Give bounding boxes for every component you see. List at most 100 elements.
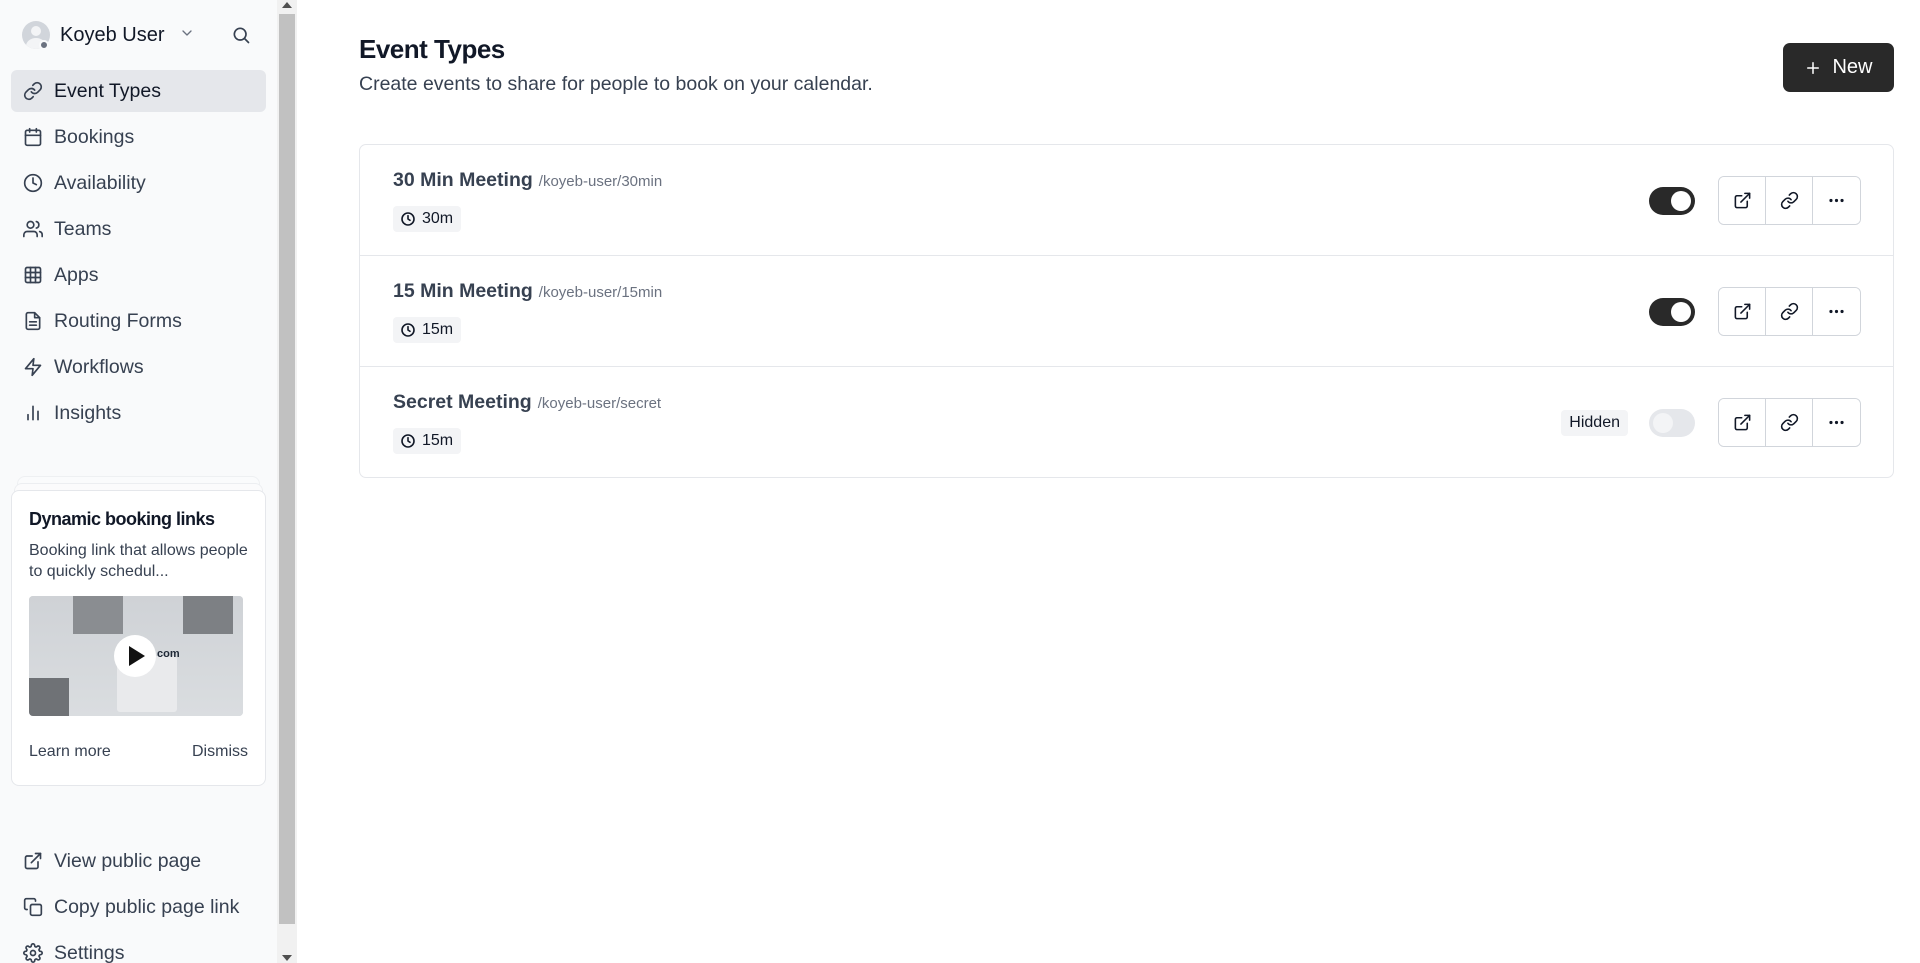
sidebar-item-bookings[interactable]: Bookings bbox=[11, 116, 266, 158]
preview-button[interactable] bbox=[1719, 177, 1766, 224]
play-icon bbox=[129, 646, 145, 666]
video-participant-image bbox=[29, 678, 69, 716]
video-participant-image bbox=[183, 596, 233, 634]
sidebar-scrollbar[interactable] bbox=[277, 0, 297, 963]
app-root: Koyeb User Event Types Bookings Availabi… bbox=[0, 0, 1920, 963]
clock-icon bbox=[23, 173, 43, 193]
copy-link-button[interactable] bbox=[1766, 399, 1813, 446]
sidebar-item-label: Availability bbox=[54, 171, 146, 194]
sidebar-item-routing-forms[interactable]: Routing Forms bbox=[11, 300, 266, 342]
event-enabled-toggle[interactable] bbox=[1649, 187, 1695, 215]
more-options-button[interactable] bbox=[1813, 399, 1860, 446]
sidebar-item-label: Copy public page link bbox=[54, 895, 240, 918]
event-type-name[interactable]: Secret Meeting bbox=[393, 391, 532, 414]
video-brand-text: com bbox=[157, 648, 180, 660]
bar-chart-icon bbox=[27, 405, 39, 421]
event-types-list: 30 Min Meeting /koyeb-user/30min 30m 15 … bbox=[359, 144, 1894, 478]
event-type-row[interactable]: 30 Min Meeting /koyeb-user/30min 30m bbox=[360, 145, 1893, 256]
sidebar: Koyeb User Event Types Bookings Availabi… bbox=[0, 0, 277, 963]
event-type-name[interactable]: 15 Min Meeting bbox=[393, 280, 533, 303]
event-type-slug: /koyeb-user/secret bbox=[537, 395, 662, 412]
sidebar-footer-nav: View public page Copy public page link S… bbox=[11, 840, 266, 963]
promo-title: Dynamic booking links bbox=[29, 509, 215, 529]
sidebar-item-teams[interactable]: Teams bbox=[11, 208, 266, 250]
copy-icon bbox=[23, 897, 43, 917]
event-type-row[interactable]: Secret Meeting /koyeb-user/secret 15m Hi… bbox=[360, 367, 1893, 477]
dismiss-button[interactable]: Dismiss bbox=[192, 743, 248, 761]
more-options-button[interactable] bbox=[1813, 177, 1860, 224]
main-content: Event Types Create events to share for p… bbox=[297, 0, 1920, 963]
sidebar-item-workflows[interactable]: Workflows bbox=[11, 346, 266, 388]
plus-icon bbox=[1807, 61, 1820, 74]
sidebar-item-insights[interactable]: Insights bbox=[11, 392, 266, 434]
copy-link-button[interactable] bbox=[1766, 177, 1813, 224]
external-link-icon bbox=[1734, 414, 1750, 431]
link-icon bbox=[1780, 413, 1798, 432]
users-icon bbox=[23, 220, 43, 238]
chevron-down-icon[interactable] bbox=[179, 25, 195, 46]
scroll-down-arrow-icon[interactable] bbox=[282, 955, 292, 961]
scrollbar-thumb[interactable] bbox=[279, 14, 295, 924]
promo-video-thumbnail[interactable]: com bbox=[29, 596, 243, 716]
duration-badge: 30m bbox=[393, 206, 462, 232]
main-nav: Event Types Bookings Availability Teams … bbox=[0, 70, 277, 438]
duration-badge: 15m bbox=[393, 428, 462, 454]
copy-link-button[interactable] bbox=[1766, 288, 1813, 335]
sidebar-item-label: Event Types bbox=[54, 79, 161, 102]
external-link-icon bbox=[1734, 303, 1750, 320]
more-horizontal-icon bbox=[1829, 198, 1844, 203]
view-public-page-link[interactable]: View public page bbox=[11, 840, 266, 882]
promo-stack: Dynamic booking links Booking link that … bbox=[11, 476, 266, 786]
promo-card: Dynamic booking links Booking link that … bbox=[11, 490, 266, 786]
page-header: Event Types Create events to share for p… bbox=[359, 34, 873, 96]
new-event-type-button[interactable]: New bbox=[1783, 43, 1894, 92]
scroll-up-arrow-icon[interactable] bbox=[282, 2, 292, 8]
event-type-slug: /koyeb-user/30min bbox=[538, 173, 663, 190]
sidebar-item-label: Insights bbox=[54, 401, 122, 424]
calendar-icon bbox=[24, 127, 42, 147]
event-type-name[interactable]: 30 Min Meeting bbox=[393, 169, 533, 192]
more-horizontal-icon bbox=[1829, 309, 1844, 314]
grid-icon bbox=[24, 266, 42, 284]
link-icon bbox=[23, 81, 43, 101]
duration-label: 30m bbox=[422, 210, 454, 227]
user-name[interactable]: Koyeb User bbox=[60, 24, 165, 47]
clock-icon bbox=[401, 434, 415, 448]
zap-icon bbox=[24, 357, 42, 377]
sidebar-item-label: Apps bbox=[54, 263, 99, 286]
learn-more-link[interactable]: Learn more bbox=[29, 743, 111, 761]
preview-button[interactable] bbox=[1719, 288, 1766, 335]
event-enabled-toggle[interactable] bbox=[1649, 298, 1695, 326]
preview-button[interactable] bbox=[1719, 399, 1766, 446]
more-options-button[interactable] bbox=[1813, 288, 1860, 335]
duration-label: 15m bbox=[422, 432, 454, 449]
gear-icon bbox=[23, 943, 43, 963]
hidden-badge: Hidden bbox=[1561, 410, 1628, 436]
user-dropdown-trigger[interactable] bbox=[22, 21, 50, 50]
status-indicator bbox=[39, 40, 49, 50]
search-button[interactable] bbox=[227, 21, 255, 49]
event-enabled-toggle[interactable] bbox=[1649, 409, 1695, 437]
page-subtitle: Create events to share for people to boo… bbox=[359, 73, 873, 95]
sidebar-item-availability[interactable]: Availability bbox=[11, 162, 266, 204]
event-actions-group bbox=[1718, 398, 1861, 447]
duration-badge: 15m bbox=[393, 317, 462, 343]
video-participant-image bbox=[73, 596, 123, 634]
duration-label: 15m bbox=[422, 321, 454, 338]
copy-public-page-link[interactable]: Copy public page link bbox=[11, 886, 266, 928]
link-icon bbox=[1780, 302, 1798, 321]
sidebar-item-apps[interactable]: Apps bbox=[11, 254, 266, 296]
clock-icon bbox=[401, 212, 415, 226]
event-type-row[interactable]: 15 Min Meeting /koyeb-user/15min 15m bbox=[360, 256, 1893, 367]
event-actions-group bbox=[1718, 287, 1861, 336]
play-button[interactable] bbox=[114, 635, 156, 677]
sidebar-item-label: Teams bbox=[54, 217, 112, 240]
more-horizontal-icon bbox=[1829, 420, 1844, 425]
sidebar-item-event-types[interactable]: Event Types bbox=[11, 70, 266, 112]
sidebar-item-label: Workflows bbox=[54, 355, 144, 378]
page-title: Event Types bbox=[359, 34, 505, 64]
new-button-label: New bbox=[1832, 56, 1873, 78]
event-actions-group bbox=[1718, 176, 1861, 225]
sidebar-item-settings[interactable]: Settings bbox=[11, 932, 266, 963]
sidebar-item-label: Settings bbox=[54, 941, 125, 963]
